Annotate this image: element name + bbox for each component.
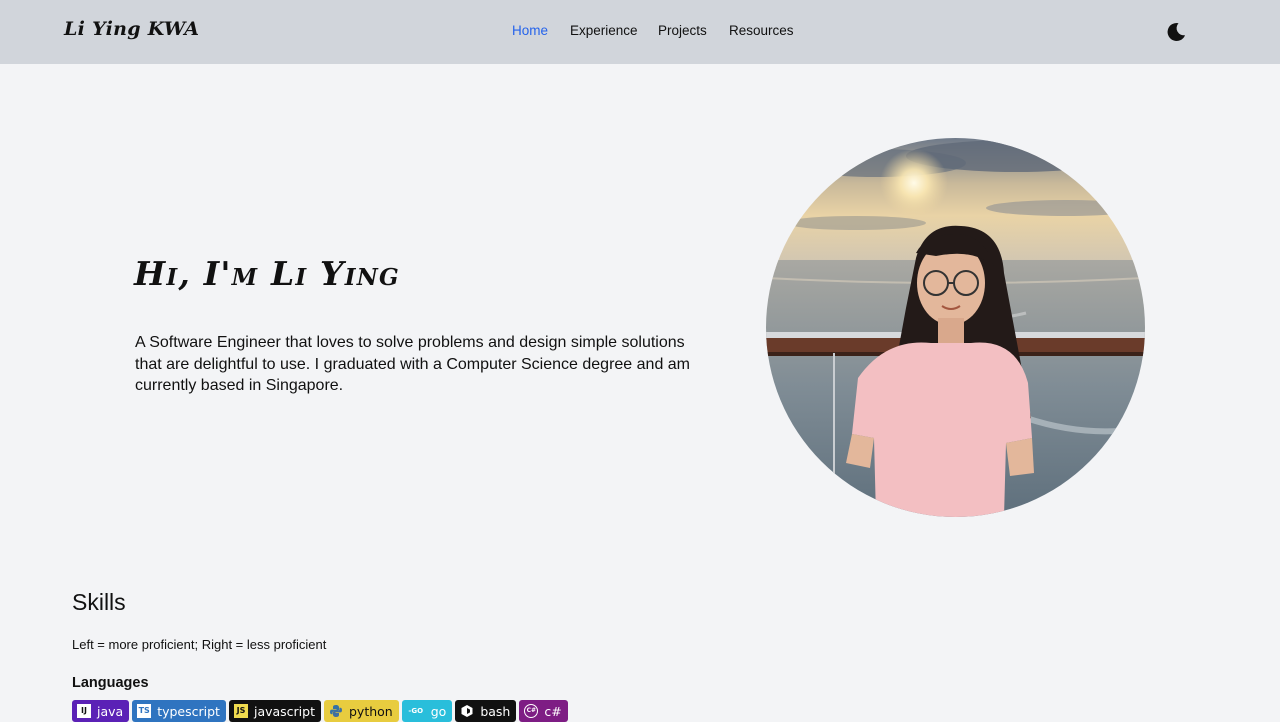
portrait-photo xyxy=(766,138,1145,517)
python-icon xyxy=(329,704,343,718)
nav-projects[interactable]: Projects xyxy=(658,23,707,38)
badge-csharp: C# c# xyxy=(519,700,568,722)
hero-description: A Software Engineer that loves to solve … xyxy=(135,334,691,394)
brand-logo-link[interactable]: Li Ying KWA xyxy=(64,18,199,40)
skills-note: Left = more proficient; Right = less pro… xyxy=(72,637,327,652)
go-icon: -GO xyxy=(408,706,424,715)
badge-typescript: TS typescript xyxy=(132,700,226,722)
skills-heading: Skills xyxy=(72,589,126,615)
badge-label: bash xyxy=(480,703,511,719)
badge-java: IJ java xyxy=(72,700,130,722)
badge-python: python xyxy=(324,700,399,722)
badge-label: c# xyxy=(544,703,562,719)
languages-heading: Languages xyxy=(72,675,149,691)
badge-go: -GO go xyxy=(401,700,453,722)
badge-label: go xyxy=(430,703,447,719)
nav-experience[interactable]: Experience xyxy=(570,23,638,38)
theme-toggle-button[interactable] xyxy=(1164,20,1188,44)
moon-icon xyxy=(1167,22,1185,41)
top-navbar: Li Ying KWA Home Experience Projects Res… xyxy=(0,0,1280,64)
languages-badges: IJ java TS typescript JS javascript pyth… xyxy=(72,700,568,722)
typescript-icon: TS xyxy=(137,704,152,718)
javascript-icon: JS xyxy=(233,704,248,718)
bash-icon xyxy=(460,704,474,718)
badge-javascript: JS javascript xyxy=(228,700,321,722)
badge-label: python xyxy=(349,703,393,719)
nav-home[interactable]: Home xyxy=(512,23,548,38)
nav-resources[interactable]: Resources xyxy=(729,23,794,38)
badge-bash: bash xyxy=(455,700,517,722)
hero-title: Hi, I'm Li Ying xyxy=(134,254,400,293)
badge-label: java xyxy=(97,703,124,719)
intellij-icon: IJ xyxy=(77,704,91,718)
badge-label: typescript xyxy=(157,703,220,719)
csharp-icon: C# xyxy=(524,704,539,718)
badge-label: javascript xyxy=(253,703,315,719)
